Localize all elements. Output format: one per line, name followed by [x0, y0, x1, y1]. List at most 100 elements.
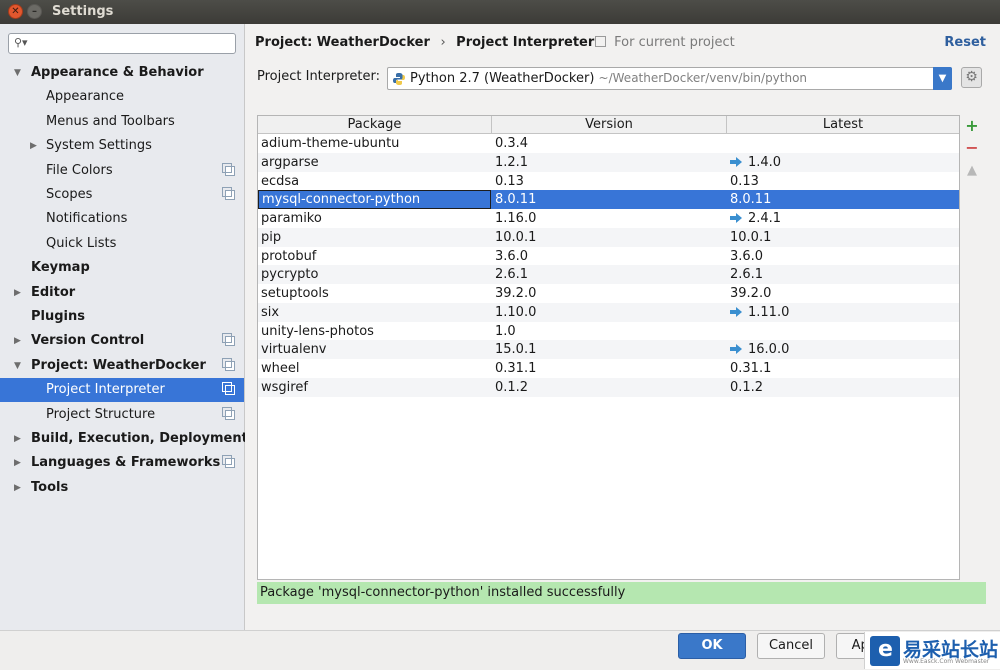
sidebar-item-label: Project Interpreter [46, 382, 165, 397]
upgrade-arrow-icon [730, 344, 742, 354]
table-row[interactable]: virtualenv 15.0.1 16.0.0 [258, 340, 959, 359]
sidebar-item-scopes[interactable]: Scopes [0, 183, 244, 207]
collapse-arrow-icon[interactable]: ▶ [14, 451, 21, 475]
sidebar-item-plugins[interactable]: Plugins [0, 305, 244, 329]
sidebar-item-notifications[interactable]: Notifications [0, 207, 244, 231]
package-latest: 8.0.11 [730, 192, 772, 207]
reset-link[interactable]: Reset [944, 35, 986, 50]
package-latest-cell: 0.13 [730, 172, 759, 191]
close-icon[interactable]: ✕ [8, 4, 23, 19]
upgrade-arrow-icon [730, 307, 742, 317]
sidebar-item-label: Version Control [31, 333, 145, 348]
search-input[interactable] [35, 35, 235, 53]
sidebar-item-tools[interactable]: ▶ Tools [0, 476, 244, 500]
table-row[interactable]: argparse 1.2.1 1.4.0 [258, 153, 959, 172]
interpreter-dropdown[interactable]: Python 2.7 (WeatherDocker) ~/WeatherDock… [387, 67, 952, 90]
column-header-package[interactable]: Package [258, 116, 492, 133]
table-row[interactable]: protobuf 3.6.0 3.6.0 [258, 247, 959, 266]
project-scope-icon [222, 333, 235, 346]
collapse-arrow-icon[interactable]: ▶ [14, 281, 21, 305]
sidebar-item-project-weatherdocker[interactable]: ▼ Project: WeatherDocker [0, 354, 244, 378]
package-latest-cell: 10.0.1 [730, 228, 771, 247]
package-latest: 16.0.0 [748, 342, 790, 357]
package-latest: 0.13 [730, 174, 759, 189]
sidebar-item-label: Scopes [46, 187, 93, 202]
main-panel: Project: WeatherDocker › Project Interpr… [245, 24, 1000, 630]
sidebar-item-file-colors[interactable]: File Colors [0, 159, 244, 183]
sidebar-item-label: Appearance & Behavior [31, 65, 204, 80]
table-row[interactable]: paramiko 1.16.0 2.4.1 [258, 209, 959, 228]
collapse-arrow-icon[interactable]: ▶ [14, 476, 21, 500]
table-row[interactable]: mysql-connector-python 8.0.11 8.0.11 [258, 190, 959, 209]
cancel-button[interactable]: Cancel [757, 633, 825, 659]
collapse-arrow-icon[interactable]: ▶ [30, 134, 37, 158]
minimize-icon[interactable]: – [27, 4, 42, 19]
remove-package-icon[interactable]: − [964, 139, 980, 157]
dialog-buttons: OK Cancel Apply [0, 630, 1000, 670]
package-version: 15.0.1 [495, 342, 537, 357]
project-scope-icon [222, 407, 235, 420]
column-header-latest[interactable]: Latest [727, 116, 959, 133]
project-scope-icon [222, 382, 235, 395]
sidebar-item-languages-frameworks[interactable]: ▶ Languages & Frameworks [0, 451, 244, 475]
sidebar-item-label: Quick Lists [46, 236, 117, 251]
sidebar-item-keymap[interactable]: Keymap [0, 256, 244, 280]
package-latest: 10.0.1 [730, 230, 772, 245]
column-header-version[interactable]: Version [492, 116, 727, 133]
package-name: paramiko [261, 211, 322, 226]
collapse-arrow-icon[interactable]: ▶ [14, 427, 21, 451]
sidebar-item-appearance[interactable]: Appearance [0, 85, 244, 109]
package-name: mysql-connector-python [258, 190, 491, 209]
add-package-icon[interactable]: + [964, 117, 980, 135]
sidebar-item-label: Menus and Toolbars [46, 114, 175, 129]
collapse-arrow-icon[interactable]: ▶ [14, 329, 21, 353]
table-row[interactable]: pycrypto 2.6.1 2.6.1 [258, 265, 959, 284]
ok-button[interactable]: OK [678, 633, 746, 659]
gear-icon[interactable]: ⚙ [961, 67, 982, 88]
sidebar-item-system-settings[interactable]: ▶ System Settings [0, 134, 244, 158]
package-latest-cell: 3.6.0 [730, 247, 763, 266]
package-version: 0.31.1 [495, 361, 537, 376]
package-version: 2.6.1 [495, 267, 529, 282]
table-row[interactable]: six 1.10.0 1.11.0 [258, 303, 959, 322]
package-latest: 2.6.1 [730, 267, 764, 282]
sidebar-item-label: Editor [31, 285, 76, 300]
package-version: 1.2.1 [495, 155, 529, 170]
chevron-down-icon[interactable]: ▼ [933, 67, 952, 90]
package-version: 10.0.1 [495, 230, 537, 245]
package-version: 1.16.0 [495, 211, 537, 226]
sidebar-item-project-structure[interactable]: Project Structure [0, 403, 244, 427]
table-row[interactable]: pip 10.0.1 10.0.1 [258, 228, 959, 247]
table-row[interactable]: wheel 0.31.1 0.31.1 [258, 359, 959, 378]
search-icon: ⚲▾ [14, 36, 28, 49]
sidebar-item-version-control[interactable]: ▶ Version Control [0, 329, 244, 353]
expand-arrow-icon[interactable]: ▼ [14, 61, 21, 85]
interpreter-name: Python 2.7 (WeatherDocker) [410, 71, 595, 86]
sidebar-item-quick-lists[interactable]: Quick Lists [0, 232, 244, 256]
sidebar-item-label: Appearance [46, 89, 125, 104]
table-row[interactable]: adium-theme-ubuntu 0.3.4 [258, 134, 959, 153]
sidebar-item-editor[interactable]: ▶ Editor [0, 281, 244, 305]
package-latest: 2.4.1 [748, 211, 782, 226]
package-latest-cell: 2.4.1 [730, 209, 781, 228]
settings-search[interactable]: ⚲▾ [8, 33, 236, 54]
package-version: 1.10.0 [495, 305, 537, 320]
breadcrumb-project[interactable]: Project: WeatherDocker [255, 35, 430, 50]
package-name: wsgiref [261, 380, 308, 395]
package-version: 0.3.4 [495, 136, 529, 151]
sidebar-item-label: Notifications [46, 211, 128, 226]
sidebar-item-build-execution-deployment[interactable]: ▶ Build, Execution, Deployment [0, 427, 248, 451]
expand-arrow-icon[interactable]: ▼ [14, 354, 21, 378]
table-row[interactable]: setuptools 39.2.0 39.2.0 [258, 284, 959, 303]
sidebar-item-menus-and-toolbars[interactable]: Menus and Toolbars [0, 110, 244, 134]
upgrade-package-icon[interactable]: ▲ [964, 162, 980, 180]
table-row[interactable]: ecdsa 0.13 0.13 [258, 172, 959, 191]
table-row[interactable]: unity-lens-photos 1.0 [258, 322, 959, 341]
sidebar-item-label: File Colors [46, 163, 113, 178]
table-row[interactable]: wsgiref 0.1.2 0.1.2 [258, 378, 959, 397]
package-latest-cell: 8.0.11 [730, 190, 771, 209]
sidebar-item-appearance-behavior[interactable]: ▼ Appearance & Behavior [0, 61, 244, 85]
sidebar-item-project-interpreter[interactable]: Project Interpreter [0, 378, 244, 402]
package-version: 3.6.0 [495, 249, 529, 264]
package-version: 8.0.11 [495, 192, 537, 207]
